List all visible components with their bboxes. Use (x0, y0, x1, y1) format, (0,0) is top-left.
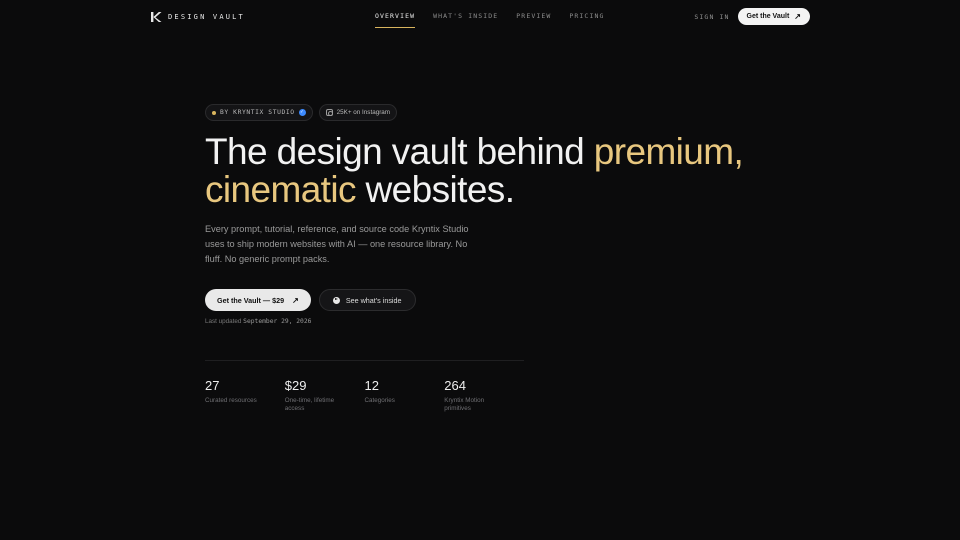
play-icon (332, 296, 340, 304)
arrow-up-right-icon: ↗ (794, 12, 801, 21)
stat-label: One-time, lifetime access (284, 397, 335, 412)
nav-link-pricing[interactable]: PRICING (569, 12, 604, 22)
stat-value: 27 (205, 378, 220, 393)
stat-value: 12 (364, 378, 379, 393)
studio-badge: BY KRYNTIX STUDIO ✓ (205, 104, 313, 121)
hero-badges: BY KRYNTIX STUDIO ✓ 25K+ on Instagram (205, 104, 765, 121)
stat-label: Categories (364, 397, 395, 404)
brand-name: DESIGN VAULT (168, 12, 245, 21)
top-navigation: DESIGN VAULT OVERVIEW WHAT'S INSIDE PREV… (150, 8, 810, 28)
brand-logo-icon (151, 11, 162, 22)
nav-link-overview[interactable]: OVERVIEW (375, 12, 416, 28)
instagram-badge: 25K+ on Instagram (318, 104, 398, 121)
hero-headline: The design vault behind premium, cinemat… (205, 133, 765, 209)
stat-item: $29 One-time, lifetime access (285, 361, 365, 413)
verified-check-icon: ✓ (298, 109, 306, 116)
instagram-badge-label: 25K+ on Instagram (336, 109, 391, 116)
get-vault-nav-button[interactable]: Get the Vault ↗ (737, 8, 810, 25)
last-updated-label: Last updated (205, 318, 242, 325)
nav-link-whats-inside[interactable]: WHAT'S INSIDE (433, 12, 498, 22)
get-vault-nav-label: Get the Vault (746, 13, 790, 20)
hero-section: BY KRYNTIX STUDIO ✓ 25K+ on Instagram Th… (205, 104, 765, 325)
brand[interactable]: DESIGN VAULT (150, 11, 245, 23)
nav-actions: SIGN IN Get the Vault ↗ (694, 8, 810, 25)
headline-highlight-premium: premium, (593, 131, 744, 172)
stat-label: Curated resources (205, 397, 257, 404)
status-dot-icon (212, 110, 216, 115)
stat-value: $29 (284, 378, 307, 393)
stat-item: 12 Categories (365, 361, 445, 413)
headline-highlight-cinematic: cinematic (205, 169, 356, 210)
hero-description: Every prompt, tutorial, reference, and s… (205, 224, 469, 264)
see-inside-button[interactable]: See what's inside (318, 289, 416, 311)
instagram-icon (325, 109, 333, 116)
nav-link-preview[interactable]: PREVIEW (516, 12, 551, 22)
nav-links: OVERVIEW WHAT'S INSIDE PREVIEW PRICING (375, 8, 604, 28)
stat-item: 27 Curated resources (205, 361, 285, 413)
last-updated-date: September 29, 2026 (243, 318, 312, 325)
get-vault-button-label: Get the Vault — $29 (217, 295, 285, 305)
last-updated: Last updated September 29, 2026 (205, 318, 765, 325)
get-vault-button[interactable]: Get the Vault — $29 ↗ (205, 289, 311, 311)
studio-badge-label: BY KRYNTIX STUDIO (220, 109, 295, 116)
stat-value: 264 (444, 378, 466, 393)
headline-text-start: The design vault behind (205, 131, 594, 172)
hero-buttons: Get the Vault — $29 ↗ See what's inside (205, 289, 765, 311)
stat-item: 264 Kryntix Motion primitives (444, 361, 524, 413)
see-inside-button-label: See what's inside (345, 295, 402, 305)
arrow-up-right-icon: ↗ (292, 295, 299, 305)
stats-row: 27 Curated resources $29 One-time, lifet… (205, 360, 524, 413)
headline-text-end: websites. (355, 169, 515, 210)
stat-label: Kryntix Motion primitives (444, 397, 485, 412)
sign-in-link[interactable]: SIGN IN (694, 13, 729, 21)
